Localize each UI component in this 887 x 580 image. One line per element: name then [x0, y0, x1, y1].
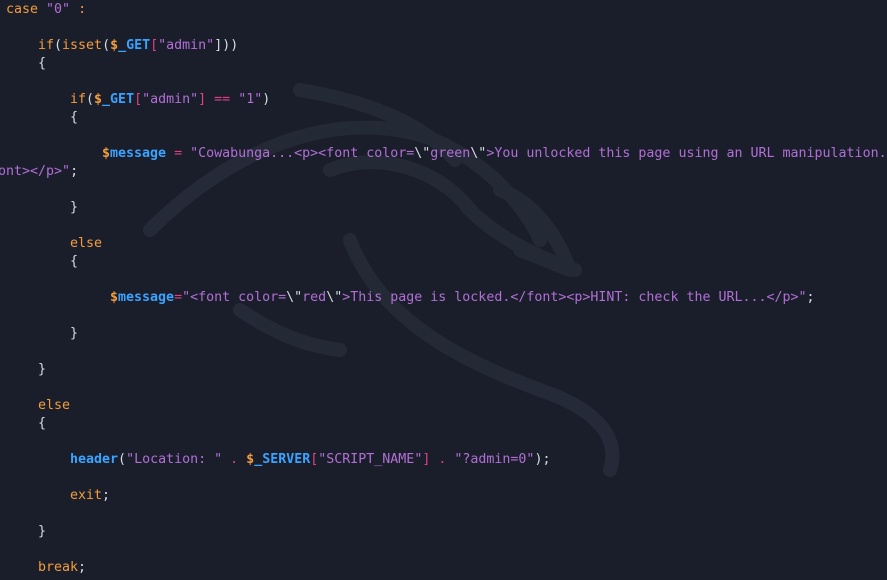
code-token: } — [70, 326, 79, 341]
code-line-brace: { — [38, 415, 46, 433]
code-line-brace: } — [38, 361, 46, 379]
code-line-case: case "0" : — [6, 1, 86, 19]
code-token: exit — [70, 488, 103, 503]
code-token: ; — [70, 164, 79, 179]
code-token: >This page is locked.</font><p>HINT: che… — [342, 290, 807, 305]
code-token: red — [302, 290, 327, 305]
code-token: ( — [102, 38, 111, 53]
code-token: >You unlocked this page using an URL man… — [486, 146, 887, 161]
code-token: { — [70, 110, 79, 125]
code-token: header — [70, 452, 119, 467]
code-token: ) — [262, 92, 271, 107]
code-token: message — [118, 290, 175, 305]
code-token: $ — [246, 452, 255, 467]
code-line-if-isset: if(isset($_GET["admin"])) — [38, 37, 238, 55]
code-token: ; — [806, 290, 815, 305]
code-token: { — [38, 56, 47, 71]
code-token: = — [166, 146, 191, 161]
code-token: : — [70, 2, 87, 17]
code-token: "0" — [46, 2, 71, 17]
code-token: [ — [150, 38, 159, 53]
code-token: ont></p>" — [0, 164, 71, 179]
code-token: case — [6, 2, 47, 17]
code-line-brace: } — [70, 199, 78, 217]
code-token: } — [38, 524, 47, 539]
code-line-if-admin: if($_GET["admin"] == "1") — [70, 91, 270, 109]
code-token: "SCRIPT_NAME" — [318, 452, 423, 467]
code-line-break: break; — [38, 559, 86, 577]
code-token: ( — [86, 92, 95, 107]
code-line-brace: { — [70, 253, 78, 271]
code-line-else: else — [38, 397, 70, 415]
code-token: \" — [326, 290, 343, 305]
code-token: if — [38, 38, 55, 53]
code-token: = — [174, 290, 183, 305]
code-token: "admin" — [142, 92, 199, 107]
code-token: "<font color= — [182, 290, 287, 305]
code-token: \" — [286, 290, 303, 305]
code-line-message-green: $message = "Cowabunga...<p><font color=\… — [102, 145, 887, 163]
code-token: $ — [102, 146, 111, 161]
code-token: break — [38, 560, 79, 575]
code-token: ; — [102, 488, 111, 503]
code-token: $ — [110, 38, 119, 53]
code-token: _GET — [118, 38, 151, 53]
code-line-brace: } — [70, 325, 78, 343]
code-token: "?admin=0" — [454, 452, 535, 467]
code-token: . — [222, 452, 247, 467]
code-token: isset — [62, 38, 103, 53]
code-token: message — [110, 146, 167, 161]
code-token: [ — [134, 92, 143, 107]
code-token: . — [430, 452, 455, 467]
code-line-else: else — [70, 235, 102, 253]
code-line-brace: } — [38, 523, 46, 541]
code-token: else — [38, 398, 71, 413]
code-line-message-red: $message="<font color=\"red\">This page … — [110, 289, 815, 307]
code-token: else — [70, 236, 103, 251]
code-token: ])) — [214, 38, 239, 53]
code-token: { — [38, 416, 47, 431]
code-token: green — [430, 146, 471, 161]
code-line-brace: { — [70, 109, 78, 127]
code-token: if — [70, 92, 87, 107]
code-token: == — [206, 92, 239, 107]
code-line-exit: exit; — [70, 487, 110, 505]
code-token: "admin" — [158, 38, 215, 53]
code-token: { — [70, 254, 79, 269]
code-token: \" — [470, 146, 487, 161]
code-token: ); — [534, 452, 551, 467]
code-token: } — [70, 200, 79, 215]
code-token: "Location: " — [126, 452, 223, 467]
code-token: _GET — [102, 92, 135, 107]
code-token: \" — [414, 146, 431, 161]
code-token: } — [38, 362, 47, 377]
code-token: ( — [118, 452, 127, 467]
code-token: $ — [94, 92, 103, 107]
code-token: ] — [198, 92, 207, 107]
code-token: ; — [78, 560, 87, 575]
code-line-brace: { — [38, 55, 46, 73]
code-token: _SERVER — [254, 452, 311, 467]
code-token: "Cowabunga...<p><font color= — [190, 146, 415, 161]
code-editor[interactable]: case "0" : if(isset($_GET["admin"])) { i… — [0, 0, 887, 580]
code-token: $ — [110, 290, 119, 305]
code-line-message-green-wrap: ont></p>"; — [0, 163, 78, 181]
code-token: ( — [54, 38, 63, 53]
code-line-header: header("Location: " . $_SERVER["SCRIPT_N… — [70, 451, 550, 469]
code-token: "1" — [238, 92, 263, 107]
